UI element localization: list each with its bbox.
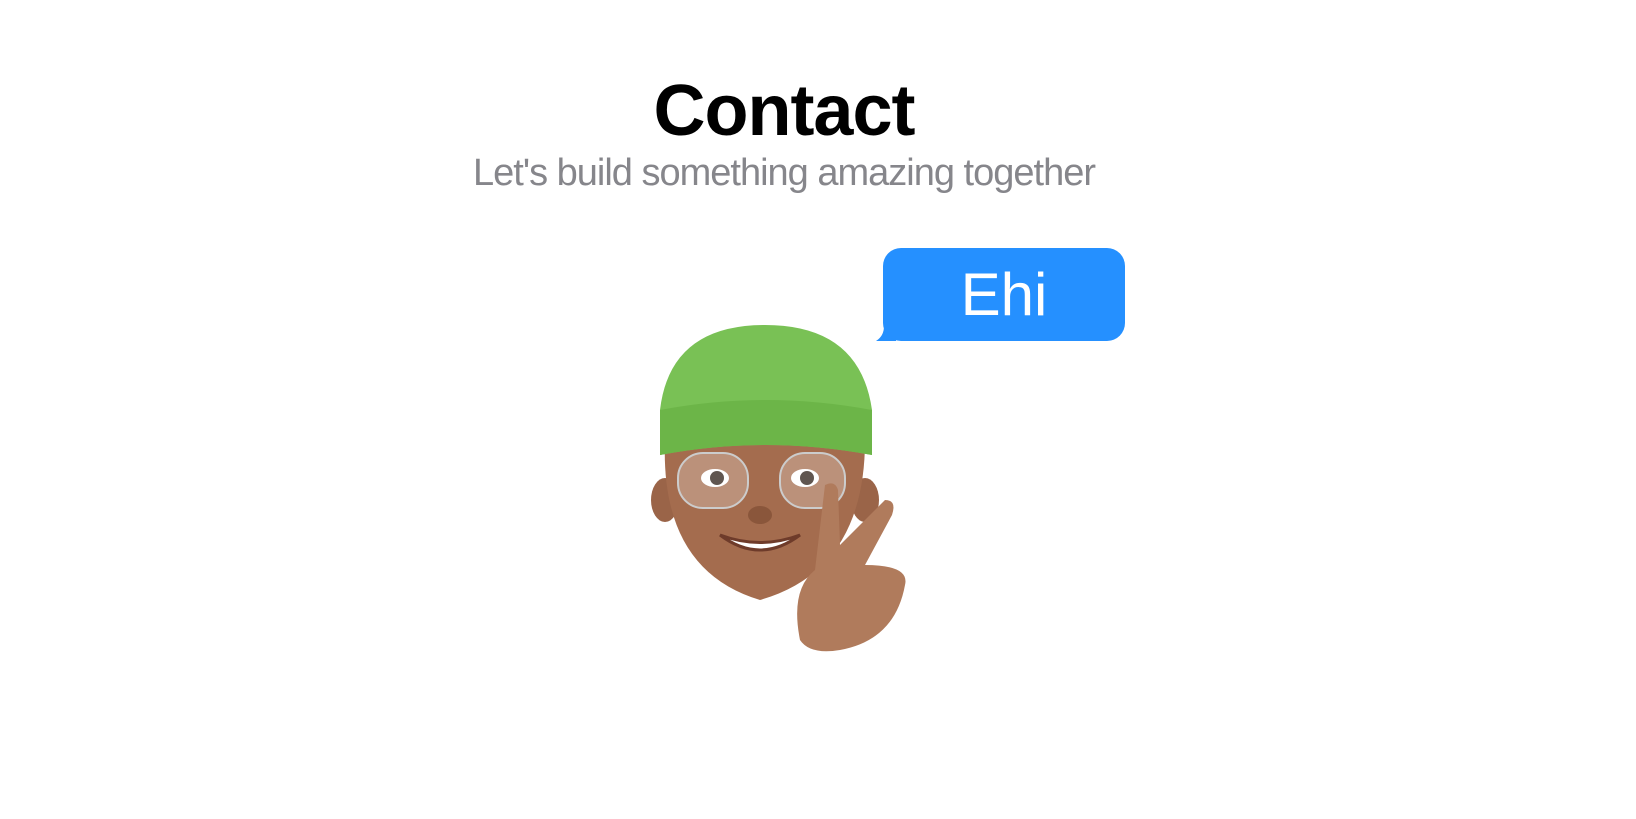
page-subtitle: Let's build something amazing together: [473, 152, 1096, 194]
memoji-avatar-icon: [651, 325, 906, 652]
page-title: Contact: [653, 71, 916, 151]
message-text: Ehi: [960, 261, 1048, 328]
